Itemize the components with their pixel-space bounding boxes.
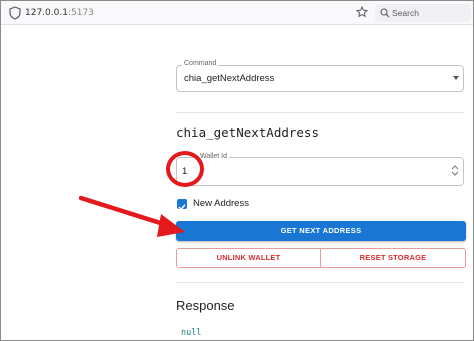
number-stepper-icon[interactable]	[451, 164, 459, 177]
checkmark-icon	[178, 204, 186, 211]
unlink-wallet-button[interactable]: UNLINK WALLET	[176, 248, 321, 268]
bookmark-star-icon[interactable]	[356, 6, 368, 18]
search-icon	[380, 8, 390, 18]
divider	[176, 282, 464, 283]
reset-storage-button[interactable]: RESET STORAGE	[320, 248, 466, 268]
shield-icon[interactable]	[9, 6, 21, 20]
browser-toolbar: 127.0.0.1:5173 Search	[1, 1, 473, 25]
divider	[176, 112, 464, 113]
chevron-down-icon[interactable]	[453, 76, 459, 80]
url-host: 127.0.0.1	[25, 8, 68, 18]
wallet-actions-group: UNLINK WALLET RESET STORAGE	[176, 248, 466, 268]
browser-search-input[interactable]: Search	[375, 4, 471, 22]
wallet-id-input[interactable]	[176, 157, 464, 186]
url-port: :5173	[67, 8, 94, 18]
response-value: null	[181, 328, 202, 338]
new-address-checkbox[interactable]	[177, 199, 187, 211]
address-bar[interactable]: 127.0.0.1:5173	[25, 6, 94, 20]
method-heading: chia_getNextAddress	[176, 125, 319, 140]
command-value: chia_getNextAddress	[184, 73, 275, 84]
search-placeholder: Search	[392, 8, 419, 18]
wallet-id-label: Wallet Id	[198, 152, 229, 161]
response-title: Response	[176, 298, 235, 313]
get-next-address-button[interactable]: GET NEXT ADDRESS	[176, 221, 466, 241]
annotation-circle	[166, 151, 204, 187]
command-label: Command	[182, 59, 219, 69]
new-address-label[interactable]: New Address	[193, 198, 249, 210]
